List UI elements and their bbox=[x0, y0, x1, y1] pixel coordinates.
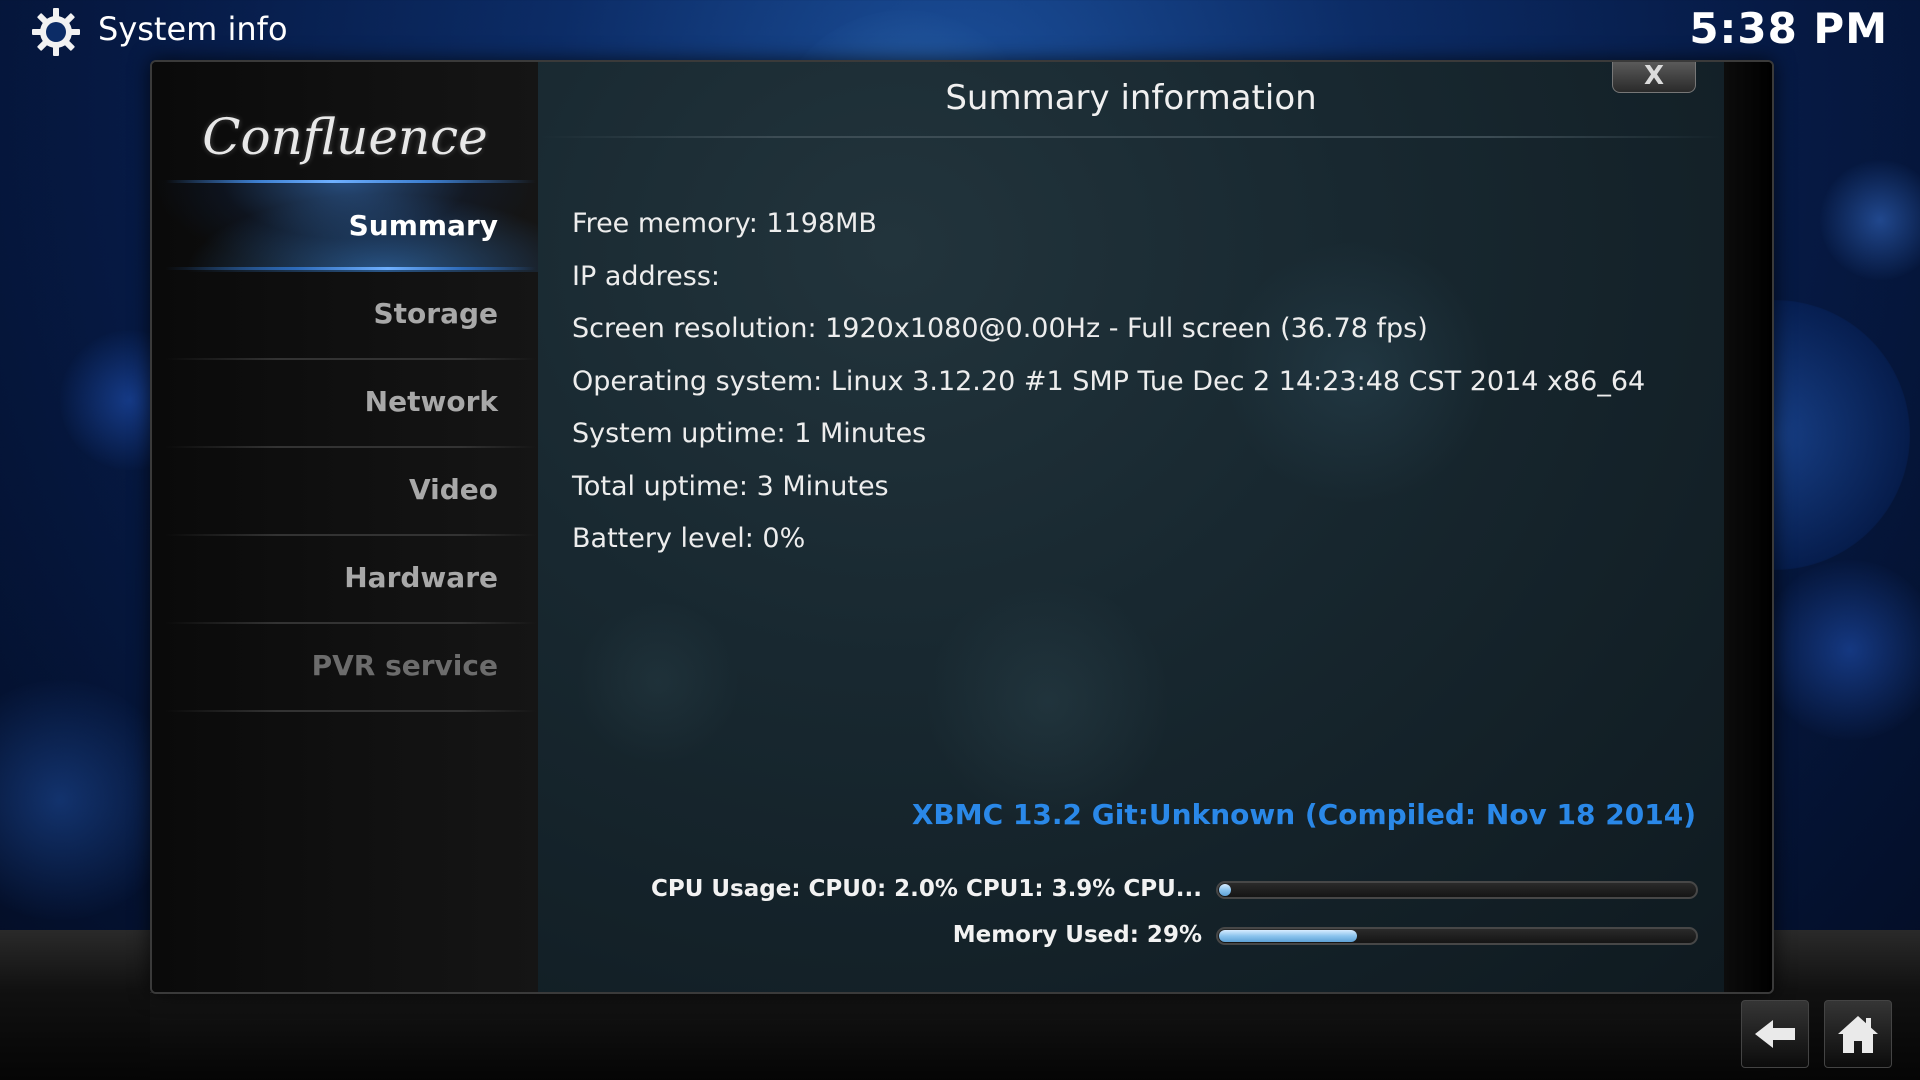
memory-used-bar bbox=[1216, 927, 1698, 945]
sidebar-item-hardware[interactable]: Hardware bbox=[152, 534, 518, 622]
panel-bokeh bbox=[578, 602, 738, 762]
back-arrow-icon bbox=[1755, 1020, 1795, 1048]
info-list: Free memory: 1198MB IP address: Screen r… bbox=[572, 198, 1722, 566]
dialog-title: Summary information bbox=[945, 78, 1317, 118]
info-battery-level: Battery level: 0% bbox=[572, 523, 806, 554]
home-icon bbox=[1838, 1016, 1878, 1053]
sidebar: Confluence Summary Storage Network Video… bbox=[152, 62, 538, 992]
cpu-usage-bar bbox=[1216, 881, 1698, 899]
info-screen-resolution: Screen resolution: 1920x1080@0.00Hz - Fu… bbox=[572, 313, 1428, 344]
title-divider bbox=[542, 136, 1722, 138]
dialog-edge bbox=[1724, 62, 1772, 992]
sidebar-item-storage[interactable]: Storage bbox=[152, 270, 518, 358]
info-ip-address: IP address: bbox=[572, 260, 720, 292]
memory-used-label: Memory Used: 29% bbox=[952, 922, 1202, 948]
sidebar-item-video[interactable]: Video bbox=[152, 446, 518, 534]
bottom-bar-inner bbox=[150, 992, 1770, 1080]
info-total-uptime: Total uptime: 3 Minutes bbox=[572, 470, 889, 502]
confluence-logo: Confluence bbox=[202, 108, 488, 166]
background-bokeh bbox=[1760, 560, 1920, 740]
info-operating-system: Operating system: Linux 3.12.20 #1 SMP T… bbox=[572, 365, 1646, 397]
background-bokeh bbox=[1820, 160, 1920, 280]
system-info-dialog: Confluence Summary Storage Network Video… bbox=[150, 60, 1774, 994]
info-free-memory: Free memory: 1198MB bbox=[572, 208, 877, 239]
back-button[interactable] bbox=[1741, 1000, 1809, 1068]
version-label: XBMC 13.2 Git:Unknown (Compiled: Nov 18 … bbox=[911, 798, 1696, 831]
info-system-uptime: System uptime: 1 Minutes bbox=[572, 418, 927, 449]
panel-bokeh bbox=[928, 582, 1168, 822]
window-title: System info bbox=[98, 10, 288, 48]
memory-used-fill bbox=[1219, 930, 1358, 942]
sidebar-item-pvr-service[interactable]: PVR service bbox=[152, 622, 518, 710]
home-button[interactable] bbox=[1824, 1000, 1892, 1068]
cpu-usage-fill bbox=[1219, 884, 1231, 896]
sidebar-item-summary[interactable]: Summary bbox=[152, 182, 518, 270]
cpu-usage-label: CPU Usage: CPU0: 2.0% CPU1: 3.9% CPU... bbox=[650, 876, 1202, 902]
gear-icon bbox=[30, 6, 82, 58]
sidebar-item-network[interactable]: Network bbox=[152, 358, 518, 446]
clock: 5:38 PM bbox=[1689, 4, 1888, 53]
close-button[interactable]: X bbox=[1612, 62, 1696, 93]
sidebar-divider bbox=[166, 710, 536, 712]
